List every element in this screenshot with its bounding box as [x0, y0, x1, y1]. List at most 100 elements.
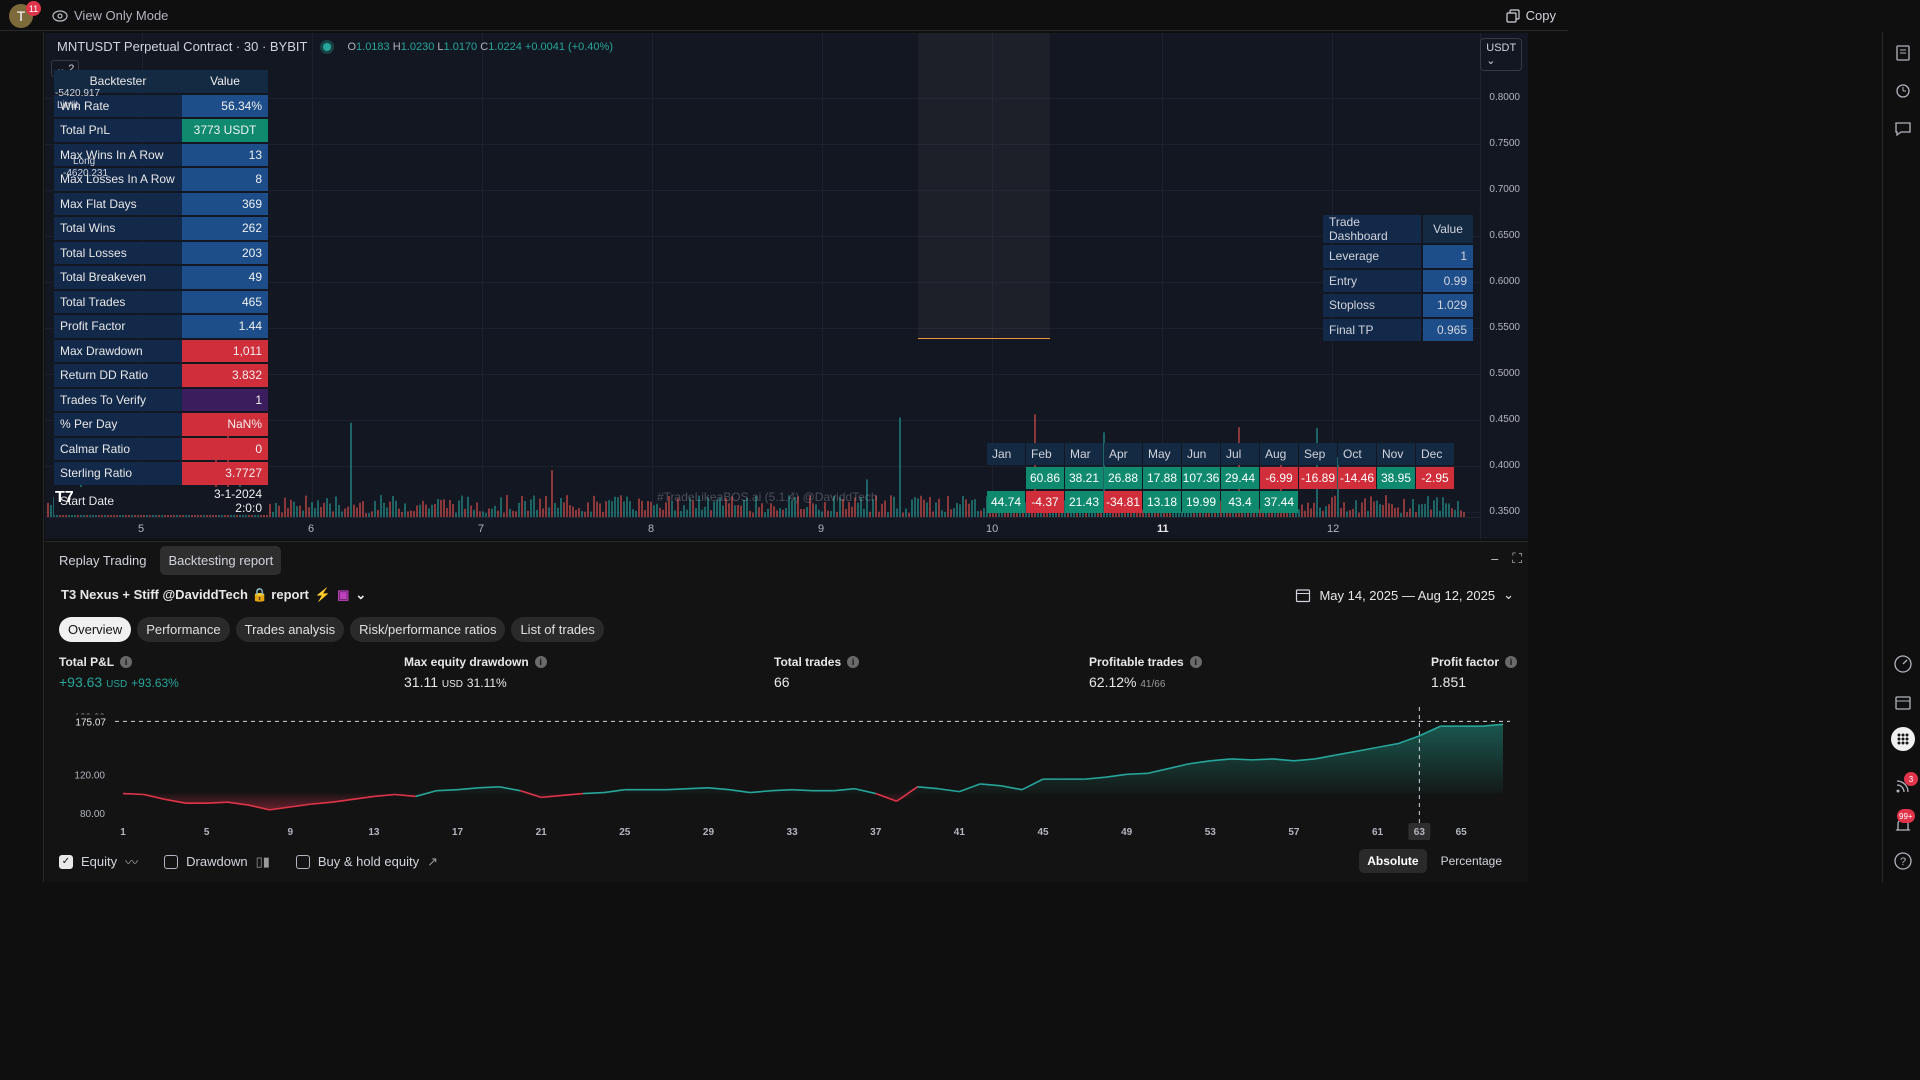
- volume-bar: [380, 495, 382, 517]
- backtester-row: Max Flat Days 369: [54, 192, 268, 215]
- volume-bar: [383, 502, 385, 517]
- backtester-value: 262: [182, 217, 268, 240]
- price-chart[interactable]: MNTUSDT Perpetual Contract · 30 · BYBIT …: [45, 33, 1528, 539]
- tradingview-logo[interactable]: T7: [55, 489, 74, 507]
- month-cell: [1338, 491, 1376, 513]
- volume-bar: [395, 500, 397, 517]
- volume-bar: [425, 504, 427, 517]
- subtab-trades-analysis[interactable]: Trades analysis: [235, 617, 345, 642]
- x-tick-label: 13: [368, 827, 380, 838]
- info-icon[interactable]: i: [534, 656, 547, 668]
- copy-button[interactable]: Copy: [1506, 8, 1556, 23]
- symbol-legend[interactable]: MNTUSDT Perpetual Contract · 30 · BYBIT …: [57, 39, 613, 54]
- strategy-calendar-icon[interactable]: ▣: [337, 587, 349, 603]
- trade-dashboard-header-value: Value: [1423, 215, 1473, 243]
- volume-bar: [629, 501, 631, 517]
- volume-bar: [896, 508, 898, 517]
- volume-bar: [437, 498, 439, 517]
- absolute-button[interactable]: Absolute: [1359, 849, 1427, 873]
- price-tick: 0.3500: [1489, 506, 1520, 517]
- equity-chart[interactable]: 180.00120.0080.00175.0715913172125293337…: [45, 707, 1528, 842]
- help-icon[interactable]: ?: [1892, 850, 1914, 872]
- backtester-key: Calmar Ratio: [54, 437, 182, 460]
- backtester-row: Return DD Ratio 3.832: [54, 364, 268, 387]
- watchlist-icon[interactable]: [1892, 42, 1914, 64]
- backtester-key: Max Drawdown: [54, 339, 182, 362]
- checkbox-icon: [164, 854, 179, 869]
- x-tick-label: 37: [870, 827, 882, 838]
- volume-bar: [953, 508, 955, 517]
- date-range-picker[interactable]: May 14, 2025 — Aug 12, 2025 ⌄: [1295, 587, 1514, 603]
- info-icon[interactable]: i: [1505, 656, 1518, 668]
- trade-dashboard-header: Trade Dashboard Value: [1323, 215, 1473, 243]
- alarm-clock-icon[interactable]: [1892, 79, 1914, 101]
- month-cell: -6.99: [1260, 467, 1298, 489]
- volume-bar: [536, 509, 538, 517]
- buy-hold-checkbox[interactable]: Buy & hold equity ↗: [295, 852, 438, 871]
- maximize-icon[interactable]: ⛶: [1512, 550, 1522, 567]
- price-tick: 0.7000: [1489, 184, 1520, 195]
- tab-backtesting-report[interactable]: Backtesting report: [160, 546, 282, 575]
- subtab-risk-ratios[interactable]: Risk/performance ratios: [350, 617, 506, 642]
- view-only-mode[interactable]: View Only Mode: [52, 8, 168, 23]
- volume-bar: [824, 502, 826, 517]
- month-cell: 17.88: [1143, 467, 1181, 489]
- backtester-row: Trades To Verify 1: [54, 388, 268, 411]
- volume-bar: [362, 501, 364, 517]
- currency-select[interactable]: USDT ⌄: [1480, 38, 1522, 71]
- eye-icon: [52, 9, 68, 22]
- volume-bar: [419, 504, 421, 517]
- bar-chart-icon: ▯▮: [255, 853, 270, 869]
- volume-bar: [557, 507, 559, 517]
- calendar-icon[interactable]: [1892, 691, 1914, 713]
- volume-bar: [443, 499, 445, 517]
- chat-icon[interactable]: [1892, 118, 1914, 140]
- left-strip: [0, 32, 44, 882]
- volume-bar: [470, 505, 472, 517]
- checkbox-icon: [295, 854, 310, 869]
- backtester-value: 203: [182, 241, 268, 264]
- volume-bar: [404, 503, 406, 517]
- backtester-value: 1,011: [182, 339, 268, 362]
- metric-profit-factor: Profit factor i 1.851: [1431, 655, 1518, 690]
- strategy-title[interactable]: T3 Nexus + Stiff @DaviddTech 🔒 report ⚡ …: [61, 587, 366, 603]
- chevron-down-icon: ⌄: [1503, 587, 1514, 602]
- volume-bar: [494, 505, 496, 517]
- volume-bar: [422, 500, 424, 517]
- percentage-button[interactable]: Percentage: [1433, 849, 1510, 873]
- symbol-title[interactable]: MNTUSDT Perpetual Contract · 30 · BYBIT: [57, 39, 307, 54]
- x-tick-label: 63: [1414, 827, 1426, 838]
- chevron-down-icon[interactable]: ⌄: [355, 587, 366, 603]
- info-icon[interactable]: i: [120, 656, 133, 668]
- metric-label: Max equity drawdown: [404, 655, 529, 669]
- apps-grid-icon[interactable]: [1891, 727, 1915, 751]
- equity-line-segment: [1126, 772, 1148, 776]
- subtab-list-of-trades[interactable]: List of trades: [511, 617, 604, 642]
- info-icon[interactable]: i: [1189, 656, 1202, 668]
- tab-replay-trading[interactable]: Replay Trading: [51, 546, 154, 575]
- backtester-value: 1: [182, 388, 268, 411]
- trade-dashboard-header-key: Trade Dashboard: [1323, 215, 1421, 243]
- strategy-warning-icon[interactable]: ⚡: [315, 587, 331, 603]
- month-cell: 43.4: [1221, 491, 1259, 513]
- drawdown-checkbox[interactable]: Drawdown ▯▮: [164, 852, 270, 871]
- time-axis[interactable]: 5 6 7 8 9 10 11 12: [45, 517, 1480, 539]
- subtab-performance[interactable]: Performance: [137, 617, 230, 642]
- volume-bar: [542, 508, 544, 517]
- equity-line-segment: [666, 787, 688, 791]
- high-value: 1.0230: [400, 40, 435, 53]
- subtab-overview[interactable]: Overview: [59, 617, 132, 642]
- volume-bar: [779, 508, 781, 517]
- volume-bar: [920, 495, 922, 517]
- volume-bar: [722, 505, 724, 517]
- info-icon[interactable]: i: [847, 656, 860, 668]
- equity-checkbox-label: Equity: [81, 854, 118, 869]
- minimize-icon[interactable]: ⎯: [1491, 550, 1498, 567]
- copy-icon: [1506, 8, 1520, 23]
- backtester-key: Sterling Ratio: [54, 462, 182, 485]
- speedometer-icon[interactable]: [1892, 653, 1914, 675]
- price-axis[interactable]: 0.8000 0.7500 0.7000 0.6500 0.6000 0.550…: [1480, 33, 1528, 539]
- equity-checkbox[interactable]: ✓ Equity 〰: [59, 852, 138, 871]
- volume-bar: [956, 502, 958, 517]
- volume-bar: [314, 508, 316, 517]
